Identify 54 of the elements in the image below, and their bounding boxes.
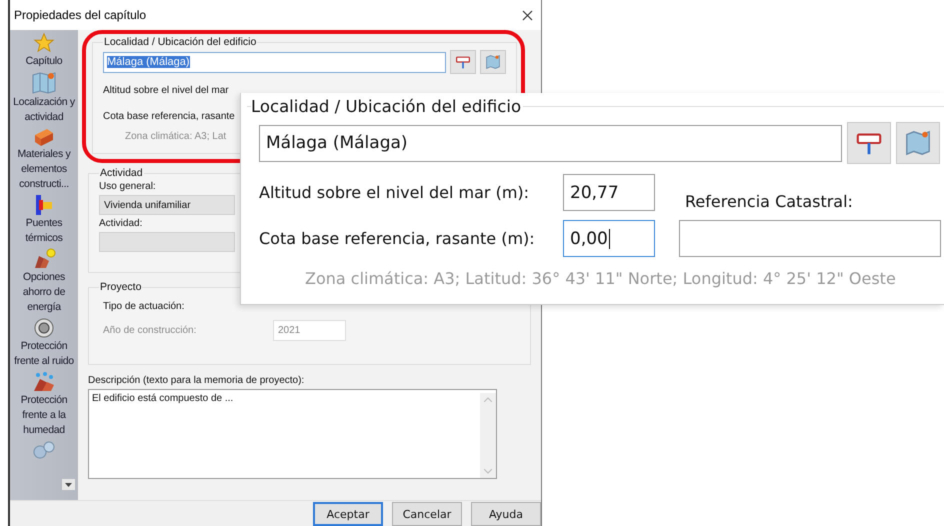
group-legend: Actividad (99, 167, 144, 179)
group-legend: Proyecto (99, 281, 142, 293)
window-title: Propiedades del capítulo (14, 8, 146, 22)
location-field[interactable]: Málaga (Málaga) (103, 52, 446, 72)
location-field[interactable]: Málaga (Málaga) (259, 124, 842, 162)
cadastral-field[interactable] (679, 220, 941, 257)
cadastral-label: Referencia Catastral: (684, 192, 854, 211)
sidebar-item[interactable]: Opciones ahorro de energía (10, 270, 78, 315)
base-level-label: Cota base referencia, rasante (m): (259, 229, 536, 248)
map-button[interactable] (896, 122, 940, 164)
dialog-button[interactable]: Ayuda (471, 502, 541, 526)
base-level-label: Cota base referencia, rasante (103, 110, 235, 122)
description-label: Descripción (texto para la memoria de proyecto): (88, 375, 304, 386)
dialog-button[interactable]: Aceptar (313, 502, 383, 526)
scrollbar[interactable] (480, 393, 496, 478)
speaker-icon (33, 317, 55, 339)
brick-icon (33, 127, 55, 147)
sidebar-item[interactable]: Protección frente al ruido (10, 339, 78, 369)
scroll-up-icon[interactable] (484, 397, 492, 402)
field-label: Tipo de actuación: (103, 301, 184, 312)
signpost-button[interactable] (450, 50, 476, 74)
altitude-field[interactable]: 20,77 (563, 174, 655, 211)
sidebar-item[interactable]: Localización y actividad (10, 95, 78, 125)
sidebar-item[interactable]: Capítulo (10, 54, 78, 69)
altitude-label: Altitud sobre el nivel del mar (m): (259, 183, 530, 202)
sidebar-item[interactable]: Puentes térmicos (10, 216, 78, 246)
field-label: Año de construcción: (103, 325, 198, 336)
field-label: Actividad: (99, 218, 142, 229)
climate-info: Zona climática: A3; Latitud: 36° 43' 11" Norte; Longitud: 4° 25' 12" Oeste (305, 269, 896, 288)
map-icon (485, 54, 501, 70)
map-icon (904, 129, 932, 157)
signpost-button[interactable] (847, 122, 891, 164)
sidebar-item[interactable]: Protección frente a la humedad (10, 393, 78, 438)
energy-icon (32, 248, 56, 270)
scroll-down-icon[interactable] (484, 469, 492, 474)
climate-info: Zona climática: A3; Lat (125, 131, 226, 142)
sidebar-item[interactable]: Materiales y elementos constructi... (10, 147, 78, 192)
map-icon (31, 71, 57, 95)
base-level-field[interactable]: 0,00 (563, 220, 655, 257)
close-icon[interactable] (522, 10, 533, 20)
map-button[interactable] (480, 50, 506, 74)
use-select[interactable]: Vivienda unifamiliar (99, 195, 235, 215)
altitude-label: Altitud sobre el nivel del mar (103, 84, 229, 96)
year-field[interactable]: 2021 (273, 320, 346, 341)
star-icon (33, 32, 55, 54)
thermal-bridge-icon (34, 194, 54, 216)
dialog-button[interactable]: Cancelar (392, 502, 462, 526)
wet-roof-icon (32, 371, 56, 393)
group-legend: Localidad / Ubicación del edificio (251, 97, 524, 116)
group-legend: Localidad / Ubicación del edificio (103, 36, 258, 48)
gears-icon (32, 440, 56, 460)
field-label: Uso general: (99, 181, 156, 192)
signpost-icon (455, 54, 471, 70)
description-field[interactable]: El edificio está compuesto de ... (88, 389, 497, 479)
